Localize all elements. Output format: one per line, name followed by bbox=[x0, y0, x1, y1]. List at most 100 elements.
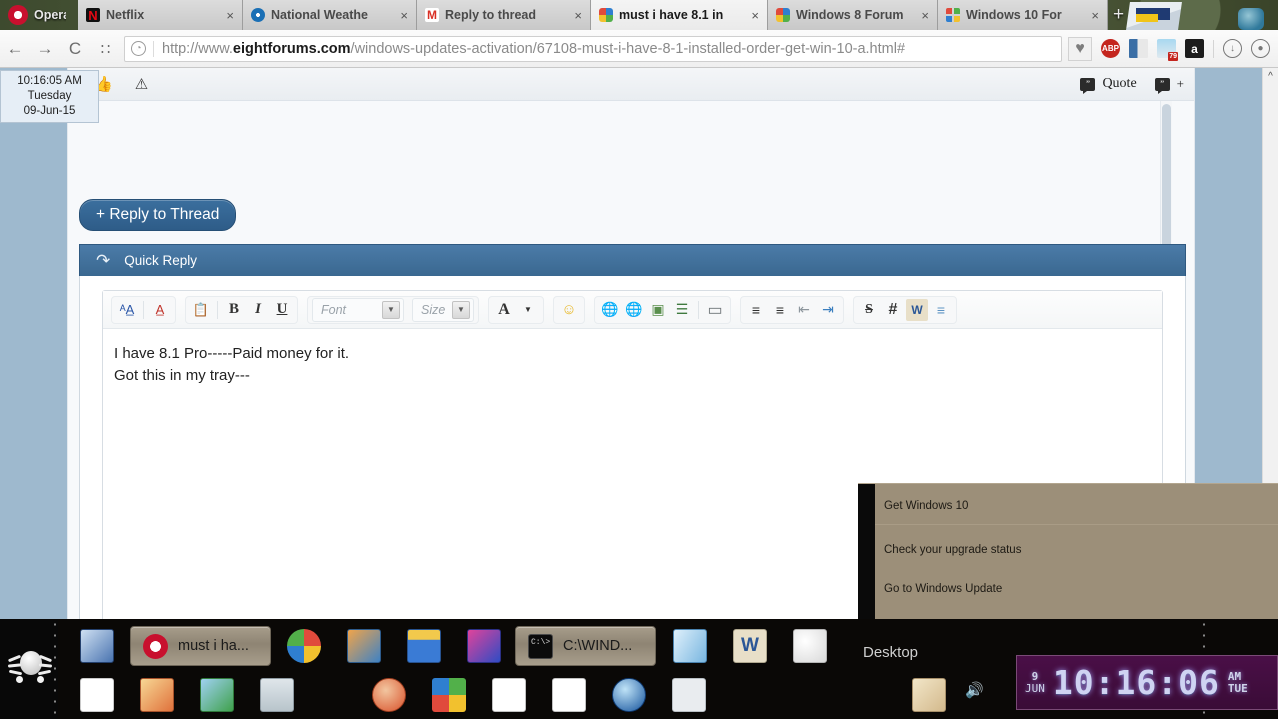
profile-icon[interactable]: ● bbox=[1251, 39, 1270, 58]
opera-logo-icon bbox=[8, 5, 28, 25]
task-cmd[interactable]: C:\> C:\WIND... bbox=[515, 626, 656, 666]
editor-toolbar: ᴬA̲ A̲ 📋 B I U Font ▼ Size ▼ A ▼ ☺ 🌐 🌐 ▣… bbox=[103, 291, 1162, 329]
windows-colorwheel-icon[interactable] bbox=[287, 629, 321, 663]
eightforums-favicon bbox=[599, 8, 613, 22]
tab-netflix[interactable]: N Netflix × bbox=[78, 0, 243, 30]
tab-windows-10-forums[interactable]: Windows 10 For × bbox=[938, 0, 1108, 30]
outdent-icon[interactable]: ⇤ bbox=[793, 299, 815, 321]
document-icon-2[interactable] bbox=[552, 678, 586, 712]
tab-windows-8-forums[interactable]: Windows 8 Forum × bbox=[768, 0, 938, 30]
code-icon[interactable]: # bbox=[882, 299, 904, 321]
toolbar-divider bbox=[698, 300, 699, 319]
chevron-down-icon[interactable]: ▼ bbox=[517, 299, 539, 321]
heart-icon[interactable]: ♥ bbox=[1068, 36, 1092, 61]
close-icon[interactable]: × bbox=[572, 8, 584, 23]
close-icon[interactable]: × bbox=[398, 8, 410, 23]
site-info-icon[interactable]: ◔ bbox=[131, 41, 146, 56]
close-icon[interactable]: × bbox=[919, 8, 931, 23]
close-icon[interactable]: × bbox=[749, 8, 761, 23]
font-size-value: Size bbox=[421, 302, 446, 317]
close-icon[interactable]: × bbox=[1089, 8, 1101, 23]
volume-icon[interactable]: 🔊 bbox=[965, 681, 984, 699]
quote-button[interactable]: ” Quote bbox=[1080, 76, 1137, 94]
tab-strip: Opera N Netflix × National Weathe × M Re… bbox=[0, 0, 1278, 30]
quick-reply-title: Quick Reply bbox=[124, 253, 198, 268]
bold-button[interactable]: B bbox=[223, 299, 245, 321]
reload-button[interactable]: C bbox=[60, 34, 90, 64]
font-color-button[interactable]: A bbox=[493, 299, 515, 321]
adblock-icon[interactable]: ABP bbox=[1101, 39, 1120, 58]
forward-button[interactable]: → bbox=[30, 34, 60, 64]
address-bar[interactable]: ◔ http://www.eightforums.com/windows-upd… bbox=[124, 35, 1062, 62]
picture-tool-icon[interactable] bbox=[140, 678, 174, 712]
report-warning-icon[interactable]: ⚠ bbox=[135, 75, 148, 93]
browser-icon[interactable] bbox=[612, 678, 646, 712]
font-select-group: Font ▼ Size ▼ bbox=[307, 295, 479, 324]
new-tab-button[interactable]: + bbox=[1113, 5, 1124, 24]
underline-button[interactable]: U bbox=[271, 299, 293, 321]
amazon-icon[interactable]: a bbox=[1185, 39, 1204, 58]
indent-icon[interactable]: ⇥ bbox=[817, 299, 839, 321]
download-icon[interactable]: ↓ bbox=[1223, 39, 1242, 58]
scroll-up-icon[interactable]: ^ bbox=[1263, 68, 1278, 84]
bookmarks-icon[interactable] bbox=[1129, 39, 1148, 58]
my-computer-icon[interactable] bbox=[80, 629, 114, 663]
insert-link-icon[interactable]: 🌐 bbox=[599, 299, 621, 321]
gwx-item-get-windows-10[interactable]: Get Windows 10 bbox=[884, 500, 968, 512]
post-action-right: ” Quote ” + bbox=[1080, 76, 1184, 94]
onenote-icon[interactable] bbox=[673, 629, 707, 663]
opera-menu-button[interactable]: Opera bbox=[0, 0, 72, 30]
utility-icon[interactable] bbox=[672, 678, 706, 712]
desktop-clock-gadget: 9 JUN 10:16:06 AM TUE bbox=[1016, 655, 1278, 710]
windows-tool-icon[interactable] bbox=[432, 678, 466, 712]
multiquote-button[interactable]: ” + bbox=[1154, 76, 1184, 94]
close-icon[interactable]: × bbox=[224, 8, 236, 23]
italic-button[interactable]: I bbox=[247, 299, 269, 321]
font-size-select[interactable]: Size ▼ bbox=[412, 297, 474, 322]
remove-link-icon[interactable]: 🌐 bbox=[623, 299, 645, 321]
paint-icon[interactable] bbox=[793, 629, 827, 663]
word-icon[interactable]: W bbox=[733, 629, 767, 663]
insert-image-icon[interactable]: ▣ bbox=[647, 299, 669, 321]
clock-gadget-date: 9 JUN bbox=[1025, 670, 1045, 695]
wrap-quote-icon[interactable]: ▭ bbox=[704, 299, 726, 321]
undo-formatting-icon[interactable]: A̲ bbox=[149, 299, 171, 321]
tab-reply-to-thread[interactable]: M Reply to thread × bbox=[417, 0, 591, 30]
photo-viewer-icon[interactable] bbox=[347, 629, 381, 663]
back-button[interactable]: ← bbox=[0, 34, 30, 64]
font-family-select[interactable]: Font ▼ bbox=[312, 297, 404, 322]
paste-icon[interactable]: 📋 bbox=[190, 299, 212, 321]
smilie-icon[interactable]: ☺ bbox=[558, 299, 580, 321]
gwx-item-check-upgrade-status[interactable]: Check your upgrade status bbox=[884, 544, 1021, 556]
tab-must-i-have-81[interactable]: must i have 8.1 in × bbox=[591, 0, 768, 30]
tab-label: Netflix bbox=[106, 8, 145, 22]
display-settings-icon[interactable] bbox=[80, 678, 114, 712]
ccleaner-icon[interactable] bbox=[372, 678, 406, 712]
url-text: http://www.eightforums.com/windows-updat… bbox=[162, 41, 905, 57]
browser-toolbar: ← → C ∷ ◔ http://www.eightforums.com/win… bbox=[0, 30, 1278, 68]
weather-icon[interactable]: 79 bbox=[1157, 39, 1178, 61]
paste-from-word-icon[interactable]: W bbox=[906, 298, 928, 321]
tray-orb-icon[interactable] bbox=[949, 651, 961, 663]
speed-dial-button[interactable]: ∷ bbox=[90, 34, 120, 64]
reply-to-thread-button[interactable]: + Reply to Thread bbox=[79, 199, 237, 231]
post-action-bar: 👍 ⚠ ” Quote ” + bbox=[68, 68, 1194, 101]
tab-national-weather[interactable]: National Weathe × bbox=[243, 0, 417, 30]
quote-icon: ” bbox=[1080, 77, 1096, 94]
media-app-icon[interactable] bbox=[467, 629, 501, 663]
ordered-list-icon[interactable]: ≡ bbox=[745, 299, 767, 321]
gwx-item-go-to-windows-update[interactable]: Go to Windows Update bbox=[884, 583, 1002, 595]
clock-gadget-month: JUN bbox=[1025, 681, 1045, 695]
sync-icon[interactable] bbox=[200, 678, 234, 712]
strikethrough-icon[interactable]: S bbox=[858, 299, 880, 321]
document-icon[interactable] bbox=[492, 678, 526, 712]
insert-video-icon[interactable]: ☰ bbox=[671, 299, 693, 321]
show-desktop-label[interactable]: Desktop bbox=[863, 644, 918, 661]
camera-icon[interactable] bbox=[260, 678, 294, 712]
folders-icon[interactable] bbox=[407, 629, 441, 663]
task-opera[interactable]: must i ha... bbox=[130, 626, 271, 666]
url-scheme: http://www. bbox=[162, 40, 233, 57]
remove-formatting-icon[interactable]: ᴬA̲ bbox=[116, 299, 138, 321]
unordered-list-icon[interactable]: ≡ bbox=[769, 299, 791, 321]
align-icon[interactable]: ≡ bbox=[930, 299, 952, 321]
